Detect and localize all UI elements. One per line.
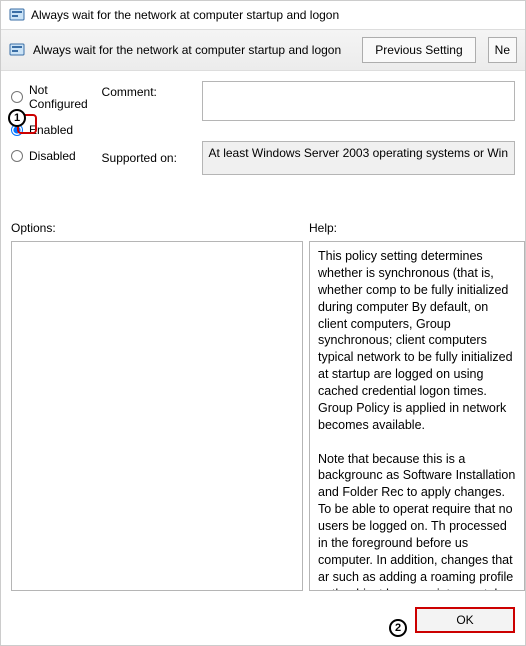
- titlebar: Always wait for the network at computer …: [1, 1, 525, 29]
- next-setting-button[interactable]: Ne: [488, 37, 517, 63]
- annotation-2: 2: [389, 619, 407, 637]
- radio-label: Enabled: [29, 123, 73, 137]
- policy-editor-window: Always wait for the network at computer …: [0, 0, 526, 646]
- supported-on-value: At least Windows Server 2003 operating s…: [202, 141, 515, 175]
- options-box[interactable]: [11, 241, 303, 591]
- comment-label: Comment:: [102, 81, 194, 99]
- ok-button[interactable]: OK: [415, 607, 515, 633]
- window-title: Always wait for the network at computer …: [31, 8, 339, 22]
- comment-input[interactable]: [202, 81, 515, 121]
- radio-enabled[interactable]: Enabled: [11, 123, 92, 137]
- supported-on-field: Supported on: At least Windows Server 20…: [102, 141, 515, 175]
- radio-not-configured-input[interactable]: [11, 91, 23, 103]
- state-radio-group: Not Configured Enabled Disabled: [11, 81, 92, 175]
- comment-field: Comment:: [102, 81, 515, 121]
- fields-column: Comment: Supported on: At least Windows …: [102, 81, 515, 175]
- help-pane: Help: This policy setting determines whe…: [309, 221, 525, 591]
- annotation-1: 1: [8, 109, 26, 127]
- radio-disabled[interactable]: Disabled: [11, 149, 92, 163]
- content-area: Not Configured Enabled Disabled Comment:: [1, 71, 525, 175]
- radio-not-configured[interactable]: Not Configured: [11, 83, 92, 111]
- options-pane: Options:: [11, 221, 303, 591]
- policy-icon: [9, 42, 25, 58]
- supported-on-label: Supported on:: [102, 151, 194, 165]
- policy-header: Always wait for the network at computer …: [1, 29, 525, 71]
- help-box[interactable]: This policy setting determines whether i…: [309, 241, 525, 591]
- radio-label: Not Configured: [29, 83, 92, 111]
- previous-setting-button[interactable]: Previous Setting: [362, 37, 475, 63]
- help-label: Help:: [309, 221, 525, 235]
- radio-disabled-input[interactable]: [11, 150, 23, 162]
- panes: Options: Help: This policy setting deter…: [11, 221, 525, 591]
- policy-title: Always wait for the network at computer …: [33, 43, 341, 57]
- radio-label: Disabled: [29, 149, 76, 163]
- options-label: Options:: [11, 221, 303, 235]
- policy-icon: [9, 7, 25, 23]
- dialog-footer: OK: [1, 595, 525, 645]
